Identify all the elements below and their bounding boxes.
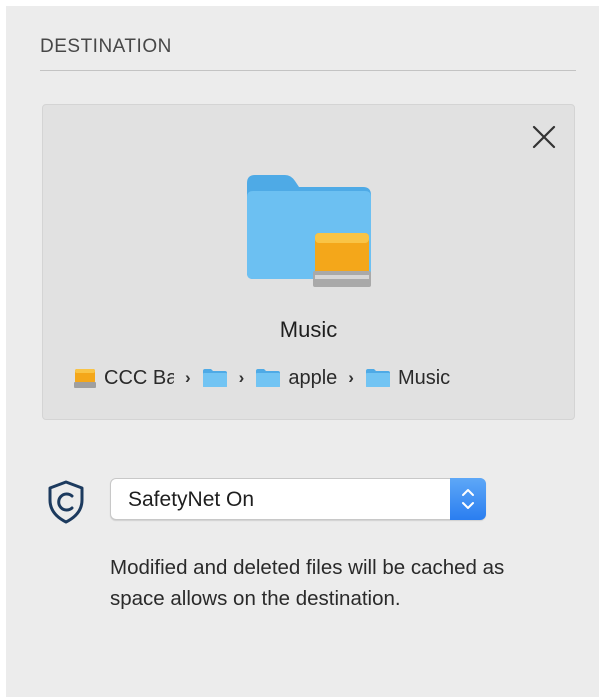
path-segment-folder[interactable]: Music — [365, 367, 450, 390]
folder-with-drive-icon — [243, 173, 379, 296]
up-down-chevron-icon — [462, 489, 474, 509]
path-segment-label: apple — [288, 366, 338, 389]
safetynet-select[interactable]: SafetyNet On — [110, 478, 486, 520]
folder-icon — [365, 369, 390, 387]
chevron-right-icon: › — [185, 368, 191, 387]
divider — [40, 70, 576, 71]
safetynet-description: Modified and deleted files will be cache… — [110, 556, 505, 610]
path-segment-volume[interactable]: CCC Backup — [73, 367, 174, 390]
close-icon[interactable] — [528, 121, 560, 153]
select-stepper[interactable] — [450, 478, 486, 520]
path-segment-label: Music — [397, 366, 451, 389]
destination-box[interactable]: Music CCC Backup › › — [42, 104, 575, 420]
safetynet-selected-value: SafetyNet On — [128, 488, 255, 511]
chevron-right-icon: › — [348, 368, 354, 387]
section-header: DESTINATION — [40, 36, 172, 57]
folder-icon — [256, 369, 281, 387]
chevron-right-icon: › — [238, 368, 245, 387]
path-segment-folder[interactable] — [202, 368, 228, 388]
settings-panel: DESTINATION Music CCC Ba › › apple › Mus… — [6, 6, 599, 697]
shield-c-icon — [46, 480, 86, 529]
path-segment-label: CCC Backup — [104, 366, 174, 389]
clear-destination-button[interactable] — [528, 121, 560, 153]
folder-icon — [202, 369, 227, 387]
path-segment-folder[interactable]: apple — [255, 367, 337, 390]
destination-name: Music — [279, 317, 338, 342]
drive-icon — [74, 369, 96, 388]
path-bar: CCC Backup › › apple › — [73, 363, 450, 393]
